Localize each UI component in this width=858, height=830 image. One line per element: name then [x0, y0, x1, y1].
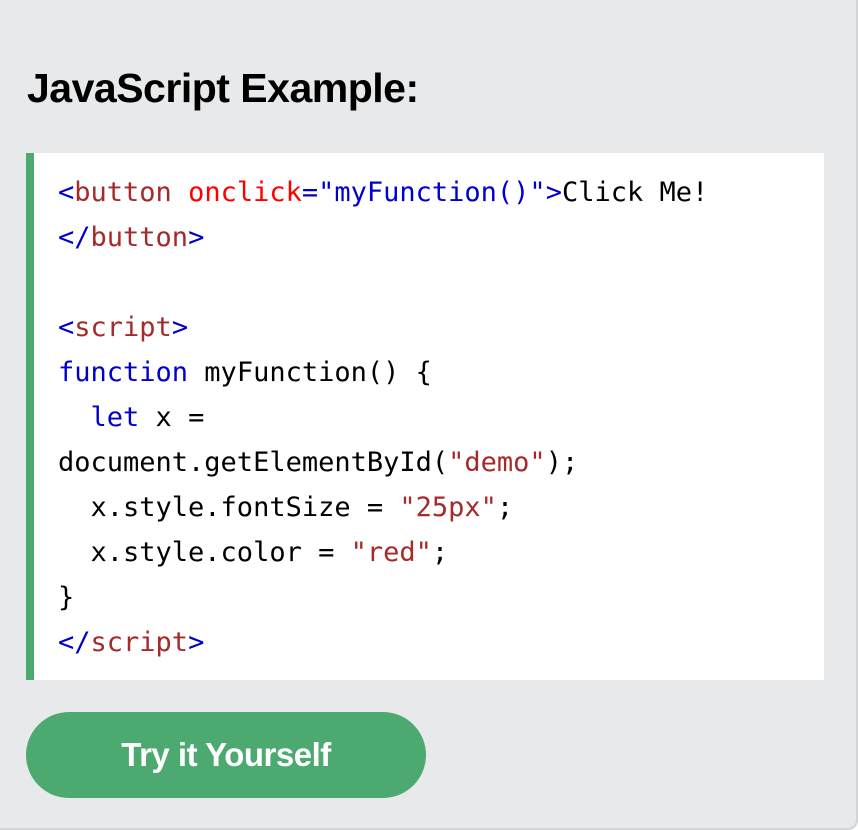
code-line: <script> — [58, 305, 708, 350]
code-token-plain: x.style.color = — [58, 537, 351, 568]
code-token-attr: onclick — [171, 177, 302, 208]
example-panel: JavaScript Example: <button onclick="myF… — [0, 0, 858, 830]
code-token-kw: function — [58, 357, 189, 388]
code-token-plain: myFunction() { — [188, 357, 432, 388]
code-token-tag: > — [171, 312, 189, 343]
code-token-tag: </ — [58, 222, 91, 253]
code-token-plain: Click Me! — [561, 177, 709, 208]
code-token-str: "demo" — [448, 447, 546, 478]
code-line: x.style.fontSize = "25px"; — [58, 485, 708, 530]
code-token-aval: ="myFunction()" — [301, 177, 546, 208]
code-token-plain: ; — [431, 537, 449, 568]
code-token-str: "25px" — [399, 492, 497, 523]
code-token-kw: let — [90, 402, 140, 433]
code-token-tag: > — [188, 222, 205, 253]
code-token-plain: x.style.fontSize = — [58, 492, 400, 523]
code-token-tname: button — [90, 222, 189, 253]
try-it-yourself-button[interactable]: Try it Yourself — [26, 712, 426, 798]
code-token-tag: < — [58, 312, 75, 343]
code-token-tag: > — [188, 627, 205, 658]
code-block: <button onclick="myFunction()">Click Me!… — [26, 153, 824, 680]
code-token-plain: document.getElementById( — [58, 447, 449, 478]
code-token-plain: ); — [545, 447, 579, 478]
code-listing: <button onclick="myFunction()">Click Me!… — [58, 170, 708, 665]
code-line: function myFunction() { — [58, 350, 708, 395]
code-token-tname: button — [74, 177, 172, 208]
code-line: x.style.color = "red"; — [58, 530, 708, 575]
code-token-tname: script — [90, 627, 189, 658]
code-line: </button> — [58, 215, 708, 260]
code-token-str: "red" — [350, 537, 432, 568]
code-line: document.getElementById("demo"); — [58, 440, 708, 485]
example-heading: JavaScript Example: — [27, 65, 419, 111]
code-token-plain: x = — [139, 402, 205, 433]
code-token-plain: ; — [496, 492, 514, 523]
code-token-tname: script — [74, 312, 172, 343]
code-token-plain: } — [58, 582, 75, 613]
code-line: } — [58, 575, 708, 620]
code-token-tag: < — [58, 177, 75, 208]
code-line: </script> — [58, 620, 708, 665]
code-token-tag: </ — [58, 627, 91, 658]
code-token-tag: > — [545, 177, 562, 208]
code-line: <button onclick="myFunction()">Click Me! — [58, 170, 708, 215]
code-line: let x = — [58, 395, 708, 440]
